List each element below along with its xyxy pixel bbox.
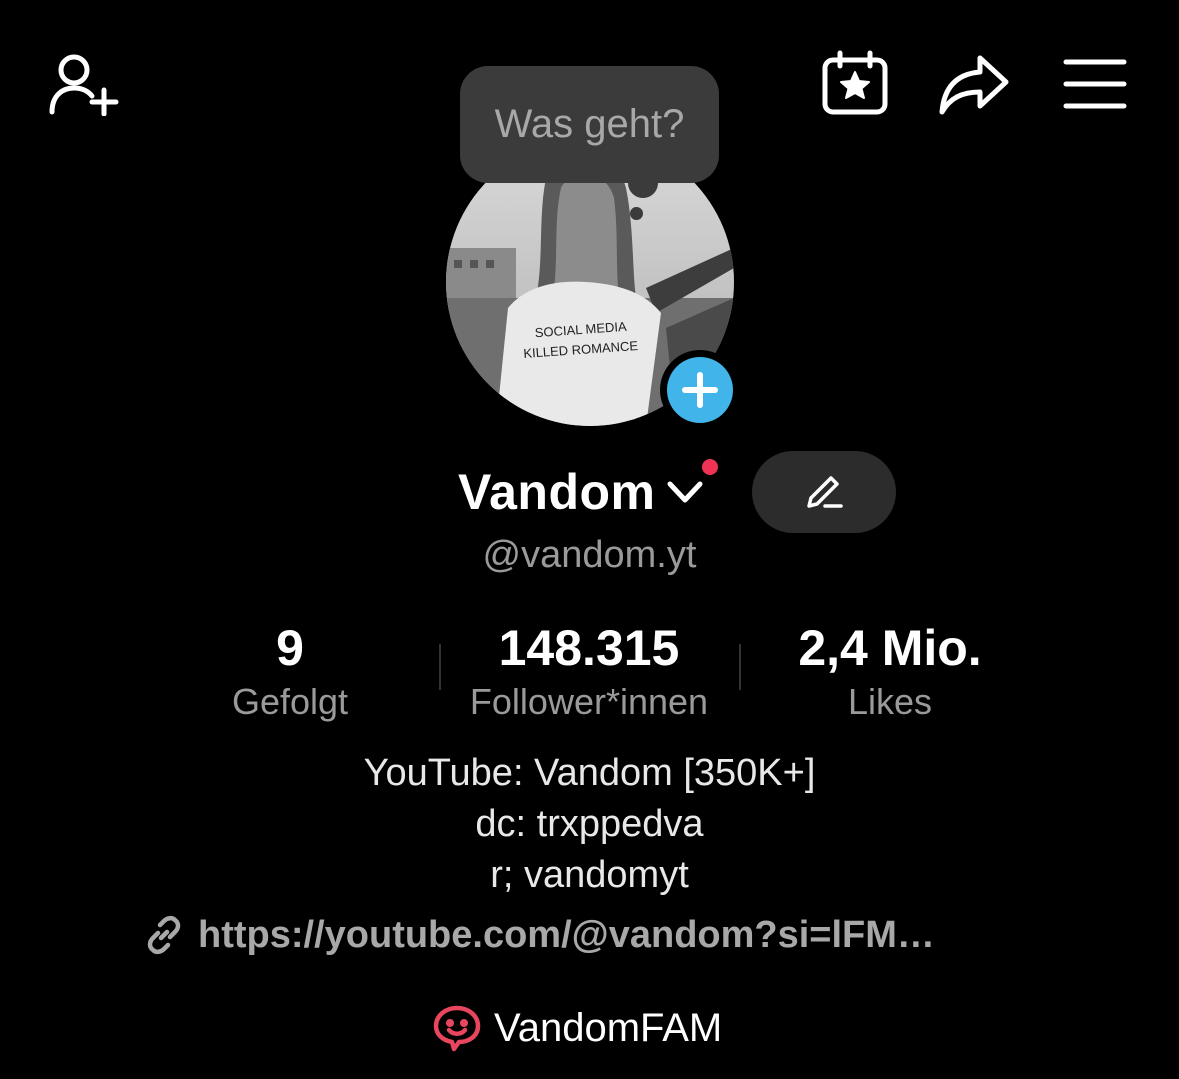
bio-link-text: https://youtube.com/@vandom?si=lFM… (198, 913, 935, 956)
bio-link[interactable]: https://youtube.com/@vandom?si=lFM… (144, 910, 935, 960)
username: @vandom.yt (482, 534, 697, 576)
stat-following-label: Gefolgt (231, 681, 349, 722)
stat-followers-value: 148.315 (498, 620, 680, 676)
bio-line: r; vandomyt (490, 854, 689, 896)
add-friend-icon[interactable] (48, 52, 122, 116)
share-icon[interactable] (938, 52, 1010, 116)
pencil-icon (807, 476, 843, 508)
stat-followers[interactable]: 148.315 Follower*innen (438, 620, 740, 728)
stat-divider (739, 644, 741, 690)
link-icon (147, 915, 181, 955)
status-bubble[interactable]: Was geht? (460, 66, 719, 183)
bio-line: YouTube: Vandom [350K+] (363, 752, 816, 794)
add-story-button[interactable] (660, 350, 740, 430)
group-chat-icon (433, 1005, 481, 1052)
status-bubble-text: Was geht? (494, 102, 685, 146)
bio-line: dc: trxppedva (475, 803, 704, 845)
calendar-star-icon[interactable] (820, 50, 890, 116)
chevron-down-icon[interactable] (664, 476, 706, 508)
bubble-dot (630, 207, 643, 220)
plus-icon (682, 372, 718, 408)
menu-icon[interactable] (1062, 56, 1128, 112)
group-chat-link[interactable]: VandomFAM (432, 1002, 722, 1054)
group-name: VandomFAM (494, 1005, 723, 1050)
name-row: Vandom (0, 456, 1179, 522)
stat-likes-label: Likes (847, 681, 933, 722)
stat-following[interactable]: 9 Gefolgt (190, 620, 390, 728)
stat-followers-label: Follower*innen (469, 681, 709, 722)
edit-profile-button[interactable] (752, 451, 896, 533)
notification-dot (699, 456, 721, 478)
display-name[interactable]: Vandom (458, 462, 655, 522)
stat-following-value: 9 (276, 620, 304, 676)
stat-likes[interactable]: 2,4 Mio. Likes (760, 620, 1020, 728)
stat-likes-value: 2,4 Mio. (798, 620, 982, 676)
